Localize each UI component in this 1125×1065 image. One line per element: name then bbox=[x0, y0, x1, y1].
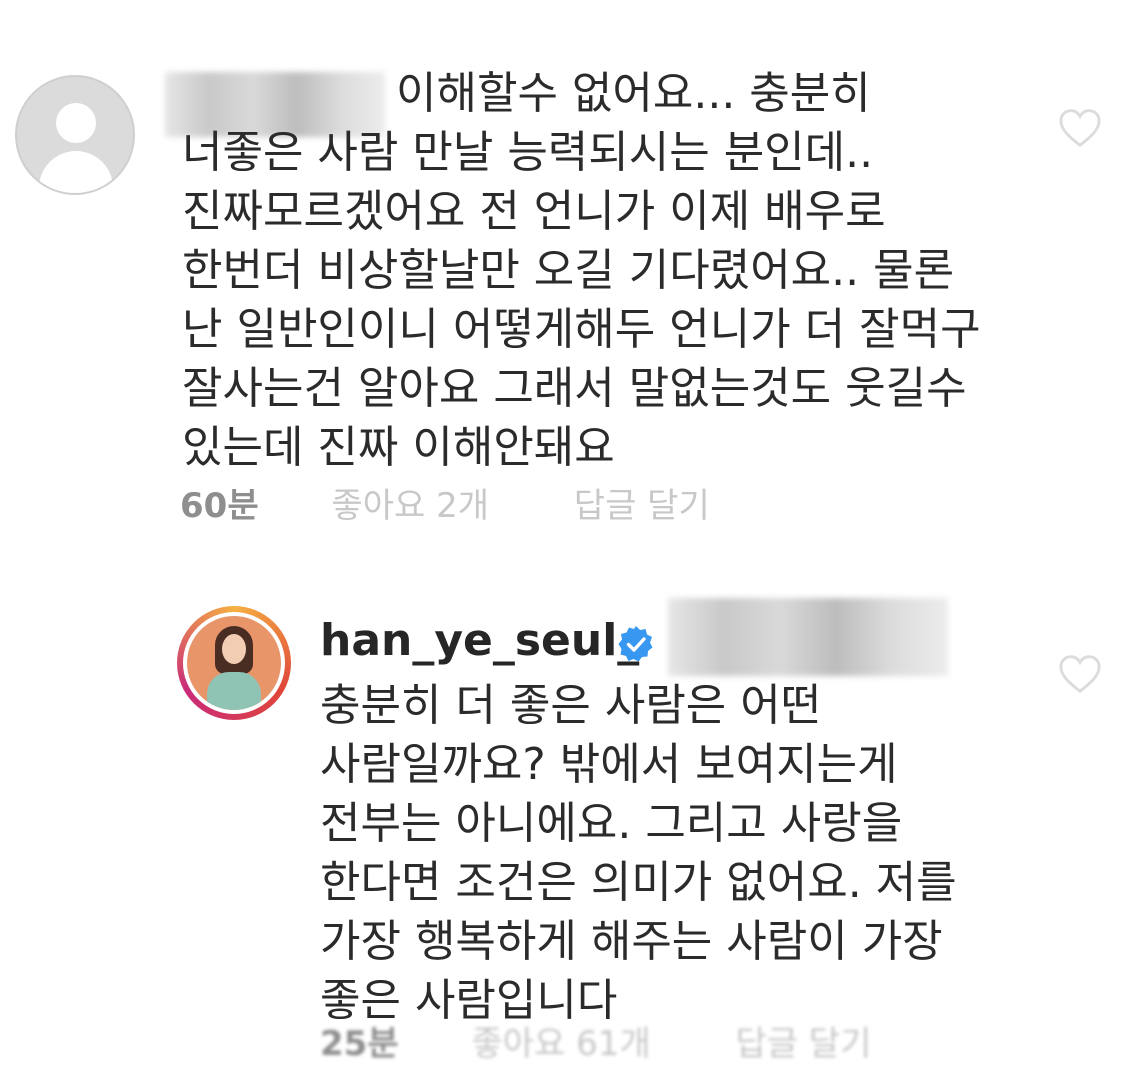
comment-time: 60분 bbox=[180, 486, 259, 526]
blurred-mention bbox=[668, 598, 948, 676]
heart-icon[interactable] bbox=[1058, 654, 1102, 694]
reply-button[interactable]: 답글 달기 bbox=[735, 1016, 871, 1065]
comment-item: 이해할수 없어요... 충분히너좋은 사람 만날 능력되시는 분인데.. 진짜모르… bbox=[0, 0, 1125, 560]
avatar-shoulders-shape bbox=[39, 151, 113, 193]
avatar-head-shape bbox=[56, 103, 96, 143]
story-ring-avatar[interactable] bbox=[177, 606, 291, 720]
comment-line: 한다면 조건은 의미가 없어요. 저를 bbox=[320, 857, 957, 908]
likes-count-link[interactable]: 좋아요 2개 bbox=[331, 478, 489, 527]
comment-text: 충분히 더 좋은 사람은 어떤사람일까요? 밖에서 보여지는게전부는 아니에요.… bbox=[320, 676, 957, 1030]
heart-icon[interactable] bbox=[1058, 108, 1102, 148]
comment-meta: 60분 좋아요 2개 답글 달기 bbox=[180, 478, 710, 527]
profile-photo bbox=[187, 616, 281, 710]
comment-line: 가장 행복하게 해주는 사람이 가장 bbox=[320, 916, 943, 967]
comment-time: 25분 bbox=[320, 1024, 399, 1064]
photo-face-shape bbox=[222, 634, 246, 664]
photo-body-shape bbox=[207, 672, 261, 710]
likes-count-link[interactable]: 좋아요 61개 bbox=[471, 1016, 650, 1065]
comment-line: 난 일반인이니 어떻게해두 언니가 더 잘먹구 bbox=[182, 304, 981, 355]
comment-text: 이해할수 없어요... 충분히너좋은 사람 만날 능력되시는 분인데.. 진짜모르… bbox=[182, 64, 981, 477]
comment-line: 한번더 비상할날만 오길 기다렸어요.. 물론 bbox=[182, 245, 955, 296]
comment-line: 잘사는건 알아요 그래서 말없는것도 웃길수 bbox=[182, 363, 967, 414]
comment-line: 충분히 더 좋은 사람은 어떤 bbox=[320, 680, 822, 731]
comment-line: 사람일까요? 밖에서 보여지는게 bbox=[320, 739, 898, 790]
comment-line: 너좋은 사람 만날 능력되시는 분인데.. bbox=[182, 127, 874, 178]
reply-button[interactable]: 답글 달기 bbox=[574, 478, 710, 527]
comment-meta: 25분 좋아요 61개 답글 달기 bbox=[320, 1016, 871, 1065]
comment-line: 있는데 진짜 이해안돼요 bbox=[182, 422, 615, 473]
comment-username[interactable]: han_ye_seul_ bbox=[320, 615, 639, 666]
comment-line: 이해할수 없어요... 충분히 bbox=[396, 68, 871, 119]
verified-badge-icon bbox=[618, 626, 653, 662]
comment-line: 진짜모르겠어요 전 언니가 이제 배우로 bbox=[182, 186, 886, 237]
comment-line: 전부는 아니에요. 그리고 사랑을 bbox=[320, 798, 903, 849]
default-avatar-icon[interactable] bbox=[15, 75, 135, 195]
